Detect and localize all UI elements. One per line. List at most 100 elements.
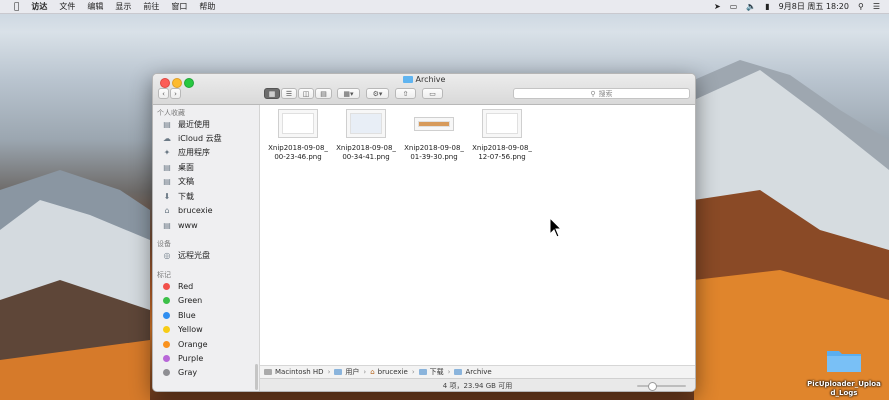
sidebar-item-www[interactable]: ▤ www bbox=[162, 219, 198, 232]
menu-view[interactable]: 显示 bbox=[115, 1, 131, 12]
sidebar-item-label: Green bbox=[178, 296, 203, 305]
sidebar-tag-yellow[interactable]: Yellow bbox=[162, 323, 203, 336]
file-grid: Xnip2018-09-08_ 00-23-46.png Xnip2018-09-… bbox=[260, 105, 695, 361]
yellow-tag-icon bbox=[163, 326, 170, 333]
icon-size-slider[interactable] bbox=[637, 382, 686, 391]
icon-view-button[interactable]: ▦ bbox=[264, 88, 280, 99]
path-item-users[interactable]: 用户 bbox=[334, 367, 359, 377]
sidebar-item-label: 文稿 bbox=[178, 177, 194, 186]
folder-icon bbox=[454, 369, 463, 375]
search-placeholder: 搜索 bbox=[598, 89, 613, 98]
file-thumbnail bbox=[482, 109, 522, 138]
file-name: Xnip2018-09-08_ 01-39-30.png bbox=[404, 144, 464, 161]
tags-button[interactable]: ▭ bbox=[422, 88, 443, 99]
group-button[interactable]: ▦▾ bbox=[337, 88, 360, 99]
sidebar-item-downloads[interactable]: ⬇ 下载 bbox=[162, 190, 194, 203]
sidebar-item-icloud[interactable]: ☁ iCloud 云盘 bbox=[162, 132, 222, 145]
forward-button[interactable]: › bbox=[170, 88, 181, 99]
file-item[interactable]: Xnip2018-09-08_ 00-34-41.png bbox=[332, 109, 400, 162]
sidebar-item-label: Yellow bbox=[178, 325, 203, 334]
sidebar-item-label: Red bbox=[178, 282, 194, 291]
sidebar-item-desktop[interactable]: ▤ 桌面 bbox=[162, 161, 194, 174]
red-tag-icon bbox=[163, 283, 170, 290]
sidebar-item-label: www bbox=[178, 221, 198, 230]
file-name: Xnip2018-09-08_ 12-07-56.png bbox=[472, 144, 532, 161]
file-name: Xnip2018-09-08_ 00-34-41.png bbox=[336, 144, 396, 161]
search-field[interactable]: ⚲ 搜索 bbox=[513, 88, 690, 99]
sidebar-tag-purple[interactable]: Purple bbox=[162, 352, 203, 365]
sidebar-item-documents[interactable]: ▤ 文稿 bbox=[162, 175, 194, 188]
home-icon: ⌂ bbox=[370, 368, 375, 376]
path-item-archive[interactable]: Archive bbox=[454, 368, 492, 376]
tags-heading: 标记 bbox=[157, 271, 171, 279]
sidebar-tag-gray[interactable]: Gray bbox=[162, 366, 197, 379]
menu-help[interactable]: 帮助 bbox=[199, 1, 215, 12]
folder-icon bbox=[402, 76, 413, 83]
green-tag-icon bbox=[163, 297, 170, 304]
battery-icon[interactable]: ▮ bbox=[765, 2, 769, 11]
path-item-macintosh-hd[interactable]: Macintosh HD bbox=[264, 368, 324, 376]
disc-icon: ◎ bbox=[163, 251, 171, 260]
sidebar-item-remote-disc[interactable]: ◎ 远程光盘 bbox=[162, 249, 211, 262]
list-view-button[interactable]: ☰ bbox=[281, 88, 297, 99]
sidebar-item-label: Purple bbox=[178, 354, 204, 363]
file-item[interactable]: Xnip2018-09-08_ 00-23-46.png bbox=[264, 109, 332, 162]
sidebar-item-applications[interactable]: ✦ 应用程序 bbox=[162, 146, 210, 159]
column-view-button[interactable]: ◫ bbox=[298, 88, 314, 99]
path-item-home[interactable]: ⌂ brucexie bbox=[370, 368, 408, 376]
menu-go[interactable]: 前往 bbox=[143, 1, 159, 12]
volume-icon[interactable]: 🔈 bbox=[746, 2, 756, 11]
menu-finder[interactable]: 访达 bbox=[31, 1, 47, 12]
window-title: Archive bbox=[153, 75, 695, 84]
slider-knob[interactable] bbox=[647, 382, 657, 391]
drive-icon bbox=[264, 369, 272, 375]
mouse-cursor-icon bbox=[549, 217, 563, 238]
applications-icon: ✦ bbox=[163, 148, 171, 157]
file-thumbnail bbox=[278, 109, 318, 138]
sidebar-scrollbar[interactable] bbox=[255, 364, 258, 390]
sidebar-item-label: iCloud 云盘 bbox=[178, 134, 222, 143]
title-bar[interactable]: Archive ‹ › ▦ ☰ ◫ ▤ ▦▾ ⚙▾ ⇧ ▭ ⚲ 搜索 bbox=[153, 74, 695, 105]
file-item[interactable]: Xnip2018-09-08_ 12-07-56.png bbox=[468, 109, 536, 162]
purple-tag-icon bbox=[163, 355, 170, 362]
sidebar: 个人收藏 ▤ 最近使用 ☁ iCloud 云盘 ✦ 应用程序 ▤ 桌面 ▤ 文稿 ⬇ 下载 … bbox=[153, 105, 260, 391]
search-icon[interactable]: ⚲ bbox=[858, 2, 864, 11]
documents-icon: ▤ bbox=[163, 177, 171, 186]
action-button[interactable]: ⚙▾ bbox=[366, 88, 389, 99]
sidebar-tag-green[interactable]: Green bbox=[162, 294, 202, 307]
favorites-heading: 个人收藏 bbox=[157, 109, 185, 117]
apple-menu-icon[interactable]:  bbox=[14, 2, 19, 12]
back-button[interactable]: ‹ bbox=[158, 88, 169, 99]
file-item[interactable]: Xnip2018-09-08_ 01-39-30.png bbox=[400, 109, 468, 162]
folder-icon bbox=[418, 369, 427, 375]
menu-window[interactable]: 窗口 bbox=[171, 1, 187, 12]
location-icon[interactable]: ➤ bbox=[714, 2, 721, 11]
path-item-downloads[interactable]: 下载 bbox=[418, 367, 444, 377]
menu-file[interactable]: 文件 bbox=[59, 1, 75, 12]
menu-edit[interactable]: 编辑 bbox=[87, 1, 103, 12]
status-text: 4 项，23.94 GB 可用 bbox=[442, 382, 513, 390]
gallery-view-button[interactable]: ▤ bbox=[315, 88, 332, 99]
desktop-folder-icon[interactable] bbox=[826, 347, 862, 373]
status-bar: 4 项，23.94 GB 可用 bbox=[260, 378, 695, 391]
sidebar-item-label: Blue bbox=[178, 311, 196, 320]
desktop-folder-label[interactable]: PicUploader_Uploa d_Logs bbox=[801, 380, 887, 398]
orange-tag-icon bbox=[163, 341, 170, 348]
share-button[interactable]: ⇧ bbox=[395, 88, 416, 99]
folder-icon: ▤ bbox=[163, 221, 171, 230]
icloud-icon: ☁ bbox=[163, 134, 171, 143]
sidebar-tag-red[interactable]: Red bbox=[162, 280, 193, 293]
list-icon[interactable]: ☰ bbox=[873, 2, 880, 11]
sidebar-item-label: 应用程序 bbox=[178, 148, 210, 157]
sidebar-item-label: 下载 bbox=[178, 192, 194, 201]
sidebar-item-label: Orange bbox=[178, 340, 208, 349]
sidebar-item-home[interactable]: ⌂ brucexie bbox=[162, 204, 213, 217]
sidebar-item-recents[interactable]: ▤ 最近使用 bbox=[162, 118, 210, 131]
sidebar-tag-orange[interactable]: Orange bbox=[162, 338, 208, 351]
sidebar-tag-blue[interactable]: Blue bbox=[162, 309, 196, 322]
airplay-icon[interactable]: ▭ bbox=[730, 2, 738, 11]
sidebar-item-label: brucexie bbox=[178, 206, 213, 215]
menu-clock[interactable]: 9月8日 周五 18:20 bbox=[779, 1, 849, 12]
folder-icon bbox=[334, 369, 343, 375]
sidebar-item-label: 远程光盘 bbox=[178, 251, 210, 260]
